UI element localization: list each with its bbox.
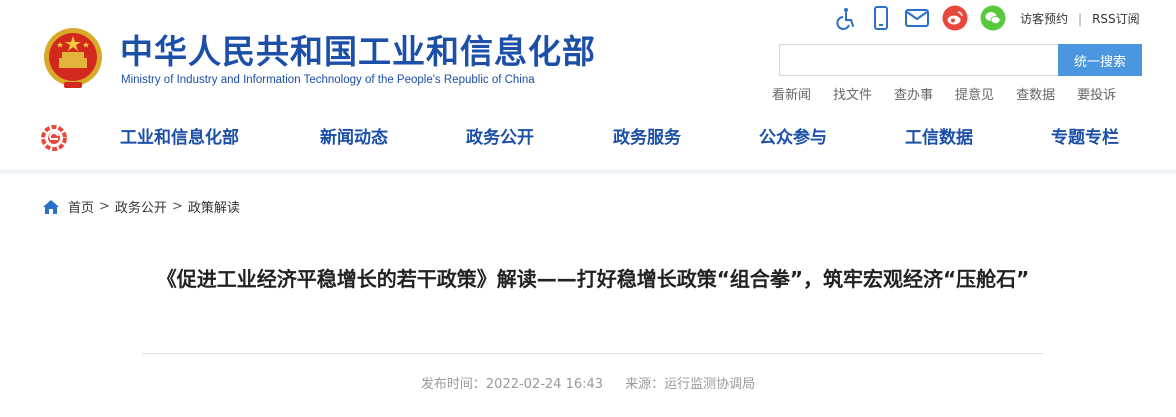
- nav-item-miit[interactable]: 工业和信息化部: [120, 126, 239, 150]
- quick-link-news[interactable]: 看新闻: [772, 84, 811, 103]
- nav-item-data[interactable]: 工信数据: [905, 126, 973, 150]
- national-emblem-icon[interactable]: [42, 26, 104, 92]
- quick-link-services[interactable]: 查办事: [894, 84, 933, 103]
- nav-item-news[interactable]: 新闻动态: [320, 126, 388, 150]
- breadcrumb: 首页 > 政务公开 > 政策解读: [42, 197, 240, 216]
- breadcrumb-government-affairs[interactable]: 政务公开: [115, 197, 167, 216]
- main-nav: 工业和信息化部 新闻动态 政务公开 政务服务 公众参与 工信数据 专题专栏: [0, 120, 1176, 158]
- search-input[interactable]: [779, 44, 1061, 76]
- breadcrumb-policy-interpretation[interactable]: 政策解读: [188, 197, 240, 216]
- breadcrumb-separator: >: [99, 199, 110, 214]
- ministry-name-cn[interactable]: 中华人民共和国工业和信息化部: [120, 33, 596, 71]
- wechat-icon[interactable]: [980, 5, 1006, 31]
- publish-time: 2022-02-24 16:43: [485, 377, 604, 392]
- nav-item-special-topics[interactable]: 专题专栏: [1051, 126, 1119, 150]
- header-divider: [0, 170, 1176, 176]
- site-header: 中华人民共和国工业和信息化部 Ministry of Industry and …: [0, 0, 1176, 172]
- source-label: 来源：: [625, 377, 665, 392]
- nav-item-public-participation[interactable]: 公众参与: [759, 126, 827, 150]
- weibo-icon[interactable]: [942, 5, 968, 31]
- nav-item-government-services[interactable]: 政务服务: [613, 126, 681, 150]
- rss-subscribe-link[interactable]: RSS订阅: [1092, 10, 1140, 27]
- article-meta: 发布时间：2022-02-24 16:43 来源：运行监测协调局: [0, 373, 1176, 392]
- article-title: 《促进工业经济平稳增长的若干政策》解读——打好稳增长政策“组合拳”，筑牢宏观经济…: [156, 267, 1030, 291]
- title-divider: [142, 353, 1044, 354]
- breadcrumb-separator: >: [171, 199, 183, 214]
- quick-link-feedback[interactable]: 提意见: [955, 84, 994, 103]
- top-links-separator: |: [1078, 11, 1083, 26]
- quick-link-data[interactable]: 查数据: [1016, 84, 1055, 103]
- top-links: 访客预约 | RSS订阅: [1020, 10, 1140, 27]
- quick-link-files[interactable]: 找文件: [833, 84, 872, 103]
- publish-time-label: 发布时间：: [420, 377, 486, 392]
- mail-icon[interactable]: [904, 6, 930, 30]
- nav-item-government-affairs[interactable]: 政务公开: [466, 126, 534, 150]
- visit-appointment-link[interactable]: 访客预约: [1020, 10, 1068, 27]
- ministry-name-en: Ministry of Industry and Information Tec…: [121, 74, 535, 86]
- home-icon[interactable]: [42, 199, 60, 215]
- quick-links: 看新闻 找文件 查办事 提意见 查数据 要投诉: [772, 84, 1138, 103]
- mobile-icon[interactable]: [870, 6, 892, 30]
- top-icon-bar: [834, 5, 1018, 31]
- article-source: 运行监测协调局: [664, 377, 756, 392]
- unified-search-button[interactable]: 统一搜索: [1058, 44, 1142, 76]
- accessibility-icon[interactable]: [834, 6, 858, 30]
- quick-link-complaint[interactable]: 要投诉: [1077, 84, 1116, 103]
- breadcrumb-home[interactable]: 首页: [68, 197, 94, 216]
